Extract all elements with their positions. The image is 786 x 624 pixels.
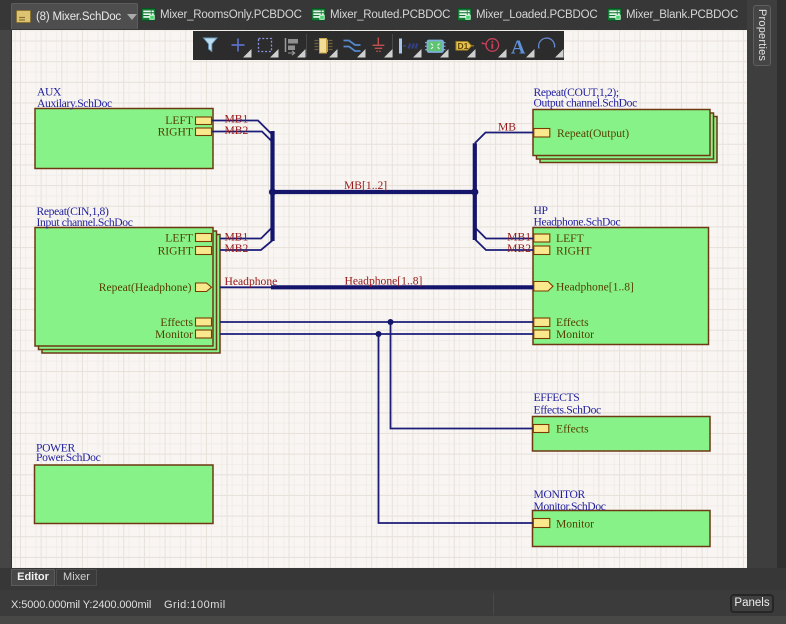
svg-text:MB[1..2]: MB[1..2] [344, 179, 387, 192]
svg-text:Headphone: Headphone [225, 275, 278, 288]
svg-text:D1: D1 [458, 41, 469, 51]
svg-text:MB2: MB2 [225, 242, 249, 255]
svg-text:RIGHT: RIGHT [158, 125, 193, 138]
svg-text:LEFT: LEFT [165, 231, 193, 244]
svg-text:Output channel.SchDoc: Output channel.SchDoc [534, 97, 638, 110]
svg-text:A: A [511, 37, 526, 59]
svg-text:Monitor: Monitor [155, 328, 193, 341]
svg-text:Monitor: Monitor [556, 328, 594, 341]
svg-text:Power.SchDoc: Power.SchDoc [36, 451, 101, 464]
svg-text:Repeat(Headphone): Repeat(Headphone) [99, 281, 192, 294]
svg-text:MB2: MB2 [225, 124, 249, 137]
svg-text:Monitor: Monitor [556, 517, 594, 530]
svg-text:RIGHT: RIGHT [556, 244, 591, 257]
svg-text:RIGHT: RIGHT [158, 244, 193, 257]
svg-text:LEFT: LEFT [556, 232, 584, 245]
svg-text:Effects.SchDoc: Effects.SchDoc [534, 404, 602, 417]
svg-text:Repeat(Output): Repeat(Output) [557, 127, 629, 140]
svg-text:Input channel.SchDoc: Input channel.SchDoc [37, 216, 133, 229]
svg-text:Auxilary.SchDoc: Auxilary.SchDoc [37, 97, 112, 110]
svg-text:Headphone[1..8]: Headphone[1..8] [345, 275, 423, 288]
svg-text:Effects: Effects [556, 422, 589, 435]
svg-text:Headphone.SchDoc: Headphone.SchDoc [534, 215, 621, 228]
svg-text:Headphone[1..8]: Headphone[1..8] [556, 281, 634, 294]
svg-text:EFFECTS: EFFECTS [534, 391, 580, 404]
svg-text:MB2: MB2 [507, 242, 531, 255]
svg-text:Monitor.SchDoc: Monitor.SchDoc [534, 500, 606, 513]
svg-text:MB: MB [498, 120, 516, 133]
